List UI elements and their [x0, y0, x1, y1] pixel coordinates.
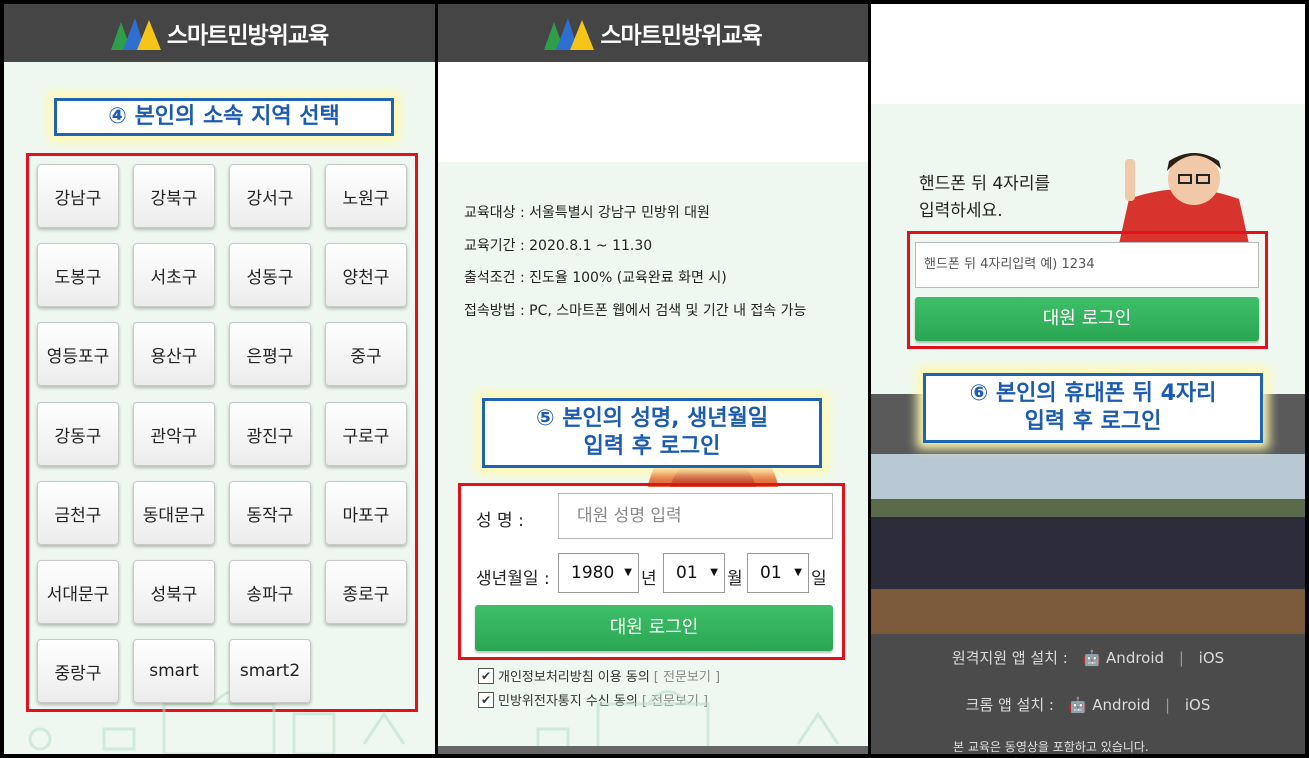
privacy-view-full-link[interactable]: [ 전문보기 ]: [654, 666, 720, 685]
app-logo-icon: [110, 16, 161, 50]
remote-support-row: 원격지원 앱 설치 : 🤖 Android | iOS: [871, 647, 1305, 668]
choir-photo: [871, 454, 1305, 634]
divider: |: [1165, 696, 1171, 714]
remote-support-label: 원격지원 앱 설치 :: [951, 649, 1068, 667]
district-button[interactable]: 영등포구: [37, 322, 119, 386]
district-button[interactable]: 강북구: [133, 164, 215, 228]
android-icon: 🤖: [1082, 649, 1102, 667]
district-button[interactable]: 노원구: [325, 164, 407, 228]
district-button[interactable]: 은평구: [229, 322, 311, 386]
district-button[interactable]: 서초구: [133, 243, 215, 307]
privacy-checkbox[interactable]: ✔: [478, 667, 494, 684]
district-button[interactable]: 구로구: [325, 402, 407, 466]
month-unit: 월: [727, 569, 743, 589]
banner-area: [871, 4, 1305, 104]
dropdown-caret-icon: ▼: [710, 567, 718, 578]
district-button[interactable]: 양천구: [325, 243, 407, 307]
district-button[interactable]: 성동구: [229, 243, 311, 307]
privacy-agree-row: ✔ 개인정보처리방침 이용 동의 [ 전문보기 ]: [478, 666, 720, 685]
phone-prompt-line2: 입력하세요.: [919, 201, 1003, 221]
banner-area: [438, 62, 868, 162]
app-header: 스마트민방위교육: [438, 4, 868, 62]
district-button[interactable]: 금천구: [37, 481, 119, 545]
district-button[interactable]: smart2: [229, 639, 311, 703]
info-access: 접속방법 : PC, 스마트폰 웹에서 검색 및 기간 내 접속 가능: [464, 302, 807, 319]
birth-year-value: 1980: [571, 563, 615, 583]
district-button[interactable]: 관악구: [133, 402, 215, 466]
district-button[interactable]: 동작구: [229, 481, 311, 545]
member-login-button[interactable]: 대원 로그인: [475, 605, 833, 651]
app-logo-icon: [544, 16, 595, 50]
step6-callout-line2: 입력 후 로그인: [1024, 409, 1162, 434]
dropdown-caret-icon: ▼: [624, 567, 632, 578]
privacy-agree-label: 개인정보처리방침 이용 동의: [498, 670, 650, 685]
district-button[interactable]: 서대문구: [37, 560, 119, 624]
name-label: 성 명 :: [476, 511, 524, 531]
town-illustration: [536, 690, 840, 754]
district-button[interactable]: 종로구: [325, 560, 407, 624]
day-unit: 일: [811, 569, 827, 589]
app-title: 스마트민방위교육: [166, 23, 329, 49]
district-button[interactable]: 중구: [325, 322, 407, 386]
dropdown-caret-icon: ▼: [794, 567, 802, 578]
info-target: 교육대상 : 서울특별시 강남구 민방위 대원: [464, 205, 710, 221]
education-info: 교육대상 : 서울특별시 강남구 민방위 대원 교육기간 : 2020.8.1 …: [464, 197, 806, 327]
phone-prompt: 핸드폰 뒤 4자리를 입력하세요.: [919, 171, 1050, 225]
page-footer: [438, 746, 868, 754]
info-attendance: 출석조건 : 진도율 100% (교육완료 화면 시): [464, 270, 727, 286]
district-button[interactable]: 동대문구: [133, 481, 215, 545]
district-button[interactable]: smart: [133, 639, 215, 703]
birth-day-value: 01: [760, 563, 782, 583]
remote-ios-link[interactable]: iOS: [1199, 649, 1225, 667]
district-button[interactable]: 용산구: [133, 322, 215, 386]
phone-prompt-line1: 핸드폰 뒤 4자리를: [919, 174, 1051, 194]
district-button[interactable]: 마포구: [325, 481, 407, 545]
chrome-install-label: 크롬 앱 설치 :: [965, 696, 1054, 714]
year-unit: 년: [641, 569, 657, 589]
app-title: 스마트민방위교육: [600, 23, 762, 49]
birth-year-select[interactable]: 1980 ▼: [558, 553, 639, 593]
district-button[interactable]: 송파구: [229, 560, 311, 624]
video-notice: 본 교육은 동영상을 포함하고 있습니다.: [953, 740, 1149, 754]
chrome-ios-link[interactable]: iOS: [1185, 696, 1211, 714]
birth-month-select[interactable]: 01 ▼: [663, 553, 725, 593]
chrome-android-link[interactable]: Android: [1092, 696, 1150, 714]
divider: |: [1178, 649, 1184, 667]
birth-month-value: 01: [676, 563, 698, 583]
district-button[interactable]: 중랑구: [37, 639, 119, 703]
panel-name-birth-login: 스마트민방위교육 교육대상 : 서울특별시 강남구 민방위 대원 교육기간 : …: [438, 4, 868, 754]
info-period: 교육기간 : 2020.8.1 ~ 11.30: [464, 237, 653, 254]
chrome-install-row: 크롬 앱 설치 : 🤖 Android | iOS: [871, 694, 1305, 715]
step6-callout-line1: ⑥ 본인의 휴대폰 뒤 4자리: [969, 381, 1217, 406]
step5-callout-line2: 입력 후 로그인: [583, 434, 721, 459]
panel-phone-login: 핸드폰 뒤 4자리를 입력하세요. 핸드폰 뒤 4자리입력 예) 1234 대원…: [871, 4, 1305, 754]
name-input[interactable]: 대원 성명 입력: [558, 493, 833, 539]
district-button[interactable]: 광진구: [229, 402, 311, 466]
app-header: 스마트민방위교육: [4, 4, 435, 62]
district-button[interactable]: 성북구: [133, 560, 215, 624]
step5-callout-line1: ⑤ 본인의 성명, 생년월일: [535, 406, 769, 431]
remote-android-link[interactable]: Android: [1106, 649, 1164, 667]
district-button[interactable]: 도봉구: [37, 243, 119, 307]
district-button[interactable]: 강서구: [229, 164, 311, 228]
login-highlight-box: [907, 231, 1268, 349]
step5-callout: ⑤ 본인의 성명, 생년월일 입력 후 로그인: [482, 398, 822, 468]
panel-district-select: 스마트민방위교육 ④ 본인의 소속 지역 선택 강남구 강북구 강서구 노원구 도봉구 서…: [4, 4, 435, 754]
birth-label: 생년월일 :: [476, 569, 550, 589]
presenter-image: [1119, 153, 1249, 244]
step6-callout: ⑥ 본인의 휴대폰 뒤 4자리 입력 후 로그인: [923, 373, 1263, 443]
step4-callout: ④ 본인의 소속 지역 선택: [54, 98, 394, 136]
android-icon: 🤖: [1068, 696, 1088, 714]
district-button[interactable]: 강남구: [37, 164, 119, 228]
birth-day-select[interactable]: 01 ▼: [747, 553, 809, 593]
district-button[interactable]: 강동구: [37, 402, 119, 466]
